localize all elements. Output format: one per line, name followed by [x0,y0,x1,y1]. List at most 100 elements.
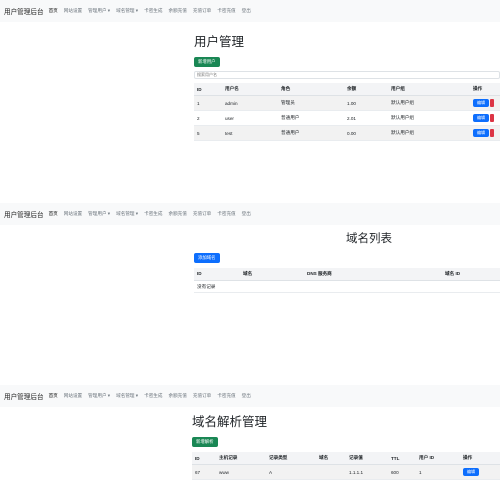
nav-item-manage-users[interactable]: 管理用户 ▾ [88,211,110,217]
nav-item-card-recharge[interactable]: 卡密充值 [217,211,235,217]
domains-table: ID 域名 DNS 服务商 域名 ID 没有记录 [194,267,500,294]
nav-item-site-settings[interactable]: 网站设置 [64,393,82,399]
nav-item-home[interactable]: 首页 [49,8,58,14]
nav-item-recharge-orders[interactable]: 充值订单 [193,211,211,217]
column-header: 操作 [470,82,500,97]
users-table: ID 用户名 角色 余额 用户组 操作 1 admin 管理员 1.00 默认用… [194,82,500,142]
nav-item-site-settings[interactable]: 网站设置 [64,211,82,217]
cell-id: 2 [194,110,222,127]
cell-type: A [266,464,316,481]
table-header-row: ID 用户名 角色 余额 用户组 操作 [194,82,500,97]
column-header: 角色 [278,82,344,97]
navbar-brand[interactable]: 用户管理后台 [4,6,44,16]
column-header: 操作 [460,451,500,466]
nav-item-balance-recharge[interactable]: 余额充值 [168,211,186,217]
nav-item-logout[interactable]: 登出 [242,211,251,217]
table-header-row: ID 域名 DNS 服务商 域名 ID [194,267,500,282]
cell-role: 普通用户 [278,125,344,142]
cell-ttl: 600 [388,464,416,481]
nav-item-manage-users[interactable]: 管理用户 ▾ [88,8,110,14]
navbar: 用户管理后台 首页 网站设置 管理用户 ▾ 域名管理 ▾ 卡密生成 余额充值 充… [0,203,500,225]
nav-item-card-generate[interactable]: 卡密生成 [144,393,162,399]
cell-id: 1 [194,95,222,112]
nav-item-logout[interactable]: 登出 [242,8,251,14]
table-row: 2 user 普通用户 2.01 默认用户组 编辑 [194,110,500,127]
column-header: 用户组 [388,82,470,97]
cell-group: 默认用户组 [388,95,470,112]
cell-id: 67 [192,464,216,481]
nav-item-recharge-orders[interactable]: 充值订单 [193,8,211,14]
search-input[interactable] [194,70,500,79]
navbar: 用户管理后台 首页 网站设置 管理用户 ▾ 域名管理 ▾ 卡密生成 余额充值 充… [0,0,500,22]
users-panel: 用户管理后台 首页 网站设置 管理用户 ▾ 域名管理 ▾ 卡密生成 余额充值 充… [0,0,500,200]
delete-button[interactable] [490,114,494,123]
nav-item-home[interactable]: 首页 [49,211,58,217]
cell-balance: 1.00 [344,95,388,112]
cell-username: test [222,125,278,142]
add-domain-button[interactable]: 添加域名 [194,253,220,263]
cell-actions: 编辑 [470,110,500,127]
delete-button[interactable] [490,129,494,138]
cell-role: 管理员 [278,95,344,112]
table-row: 67 www A 1.1.1.1 600 1 编辑 [192,464,500,481]
column-header: 记录类型 [266,451,316,466]
empty-text: 没有记录 [194,280,500,294]
domains-panel: 用户管理后台 首页 网站设置 管理用户 ▾ 域名管理 ▾ 卡密生成 余额充值 充… [0,203,500,383]
cell-domain [316,464,346,481]
cell-group: 默认用户组 [388,125,470,142]
page-title: 域名列表 [346,233,392,245]
page-title: 用户管理 [194,35,245,49]
records-content: 域名解析管理 新增解析 ID 主机记录 记录类型 域名 记录值 TTL 用户 I… [192,415,500,481]
delete-button[interactable] [490,99,494,108]
column-header: DNS 服务商 [304,267,442,282]
cell-username: user [222,110,278,127]
users-content: 用户管理 新增用户 ID 用户名 角色 余额 用户组 操作 1 admin 管理… [194,35,500,142]
table-row: 1 admin 管理员 1.00 默认用户组 编辑 [194,95,500,112]
table-row: 5 test 普通用户 0.00 默认用户组 编辑 [194,125,500,142]
nav-item-recharge-orders[interactable]: 充值订单 [193,393,211,399]
nav-item-domain-manage[interactable]: 域名管理 ▾ [116,393,138,399]
edit-button[interactable]: 编辑 [463,468,479,477]
nav-item-card-generate[interactable]: 卡密生成 [144,8,162,14]
nav-item-domain-manage[interactable]: 域名管理 ▾ [116,8,138,14]
column-header: ID [194,82,222,97]
column-header: 域名 [240,267,304,282]
cell-actions: 编辑 [470,125,500,142]
navbar-brand[interactable]: 用户管理后台 [4,391,44,401]
nav-item-logout[interactable]: 登出 [242,393,251,399]
column-header: ID [194,267,240,282]
nav-item-card-recharge[interactable]: 卡密充值 [217,8,235,14]
nav-item-manage-users[interactable]: 管理用户 ▾ [88,393,110,399]
cell-value: 1.1.1.1 [346,464,388,481]
edit-button[interactable]: 编辑 [473,129,489,138]
cell-balance: 0.00 [344,125,388,142]
nav-item-balance-recharge[interactable]: 余额充值 [168,393,186,399]
cell-username: admin [222,95,278,112]
cell-actions: 编辑 [470,95,500,112]
nav-item-home[interactable]: 首页 [49,393,58,399]
edit-button[interactable]: 编辑 [473,99,489,108]
domains-content: 域名列表 添加域名 ID 域名 DNS 服务商 域名 ID 没有记录 [194,233,500,294]
nav-item-balance-recharge[interactable]: 余额充值 [168,8,186,14]
column-header: 域名 ID [442,267,500,282]
column-header: 主机记录 [216,451,266,466]
nav-item-domain-manage[interactable]: 域名管理 ▾ [116,211,138,217]
column-header: 用户 ID [416,451,460,466]
column-header: TTL [388,451,416,466]
edit-button[interactable]: 编辑 [473,114,489,123]
column-header: 余额 [344,82,388,97]
nav-item-card-recharge[interactable]: 卡密充值 [217,393,235,399]
records-table: ID 主机记录 记录类型 域名 记录值 TTL 用户 ID 操作 67 www … [192,451,500,481]
nav-item-card-generate[interactable]: 卡密生成 [144,211,162,217]
table-header-row: ID 主机记录 记录类型 域名 记录值 TTL 用户 ID 操作 [192,451,500,466]
cell-user-id: 1 [416,464,460,481]
empty-row: 没有记录 [194,280,500,294]
column-header: 用户名 [222,82,278,97]
cell-id: 5 [194,125,222,142]
column-header: 域名 [316,451,346,466]
add-record-button[interactable]: 新增解析 [192,437,218,447]
add-user-button[interactable]: 新增用户 [194,57,220,67]
cell-group: 默认用户组 [388,110,470,127]
nav-item-site-settings[interactable]: 网站设置 [64,8,82,14]
navbar-brand[interactable]: 用户管理后台 [4,209,44,219]
